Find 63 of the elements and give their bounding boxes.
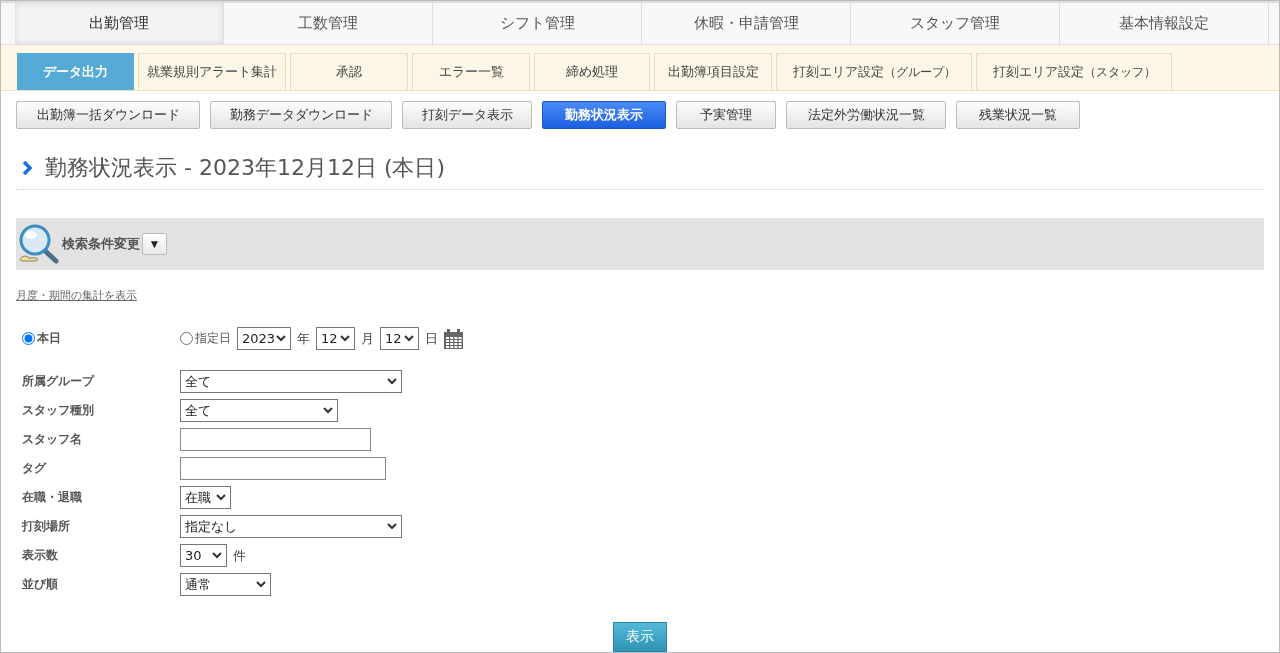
- nav-tab[interactable]: スタッフ管理: [851, 3, 1060, 44]
- month-select[interactable]: 12: [316, 327, 355, 350]
- action-button[interactable]: 打刻データ表示: [402, 101, 532, 129]
- field-label: タグ: [22, 460, 48, 477]
- chevron-down-icon: [256, 581, 266, 588]
- radio-button[interactable]: [180, 332, 193, 345]
- dropdown-select[interactable]: 在職: [180, 486, 231, 509]
- action-button[interactable]: 法定外労働状況一覧: [786, 101, 946, 129]
- chevron-down-icon: [404, 335, 414, 342]
- nav-tab[interactable]: 工数管理: [224, 3, 433, 44]
- sub-tab[interactable]: 打刻エリア設定（スタッフ）: [976, 53, 1172, 90]
- sub-tab[interactable]: エラー一覧: [412, 53, 530, 90]
- action-button[interactable]: 勤務データダウンロード: [210, 101, 392, 129]
- sub-tab[interactable]: 締め処理: [534, 53, 650, 90]
- sub-tab[interactable]: 承認: [290, 53, 408, 90]
- dropdown-select[interactable]: 指定なし: [180, 515, 402, 538]
- chevron-down-icon: [387, 523, 397, 530]
- chevron-down-icon: [387, 378, 397, 385]
- dropdown-select[interactable]: 30: [180, 544, 227, 567]
- unit-label: 月: [361, 329, 374, 348]
- year-select[interactable]: 2023: [237, 327, 291, 350]
- unit-label: 年: [297, 329, 310, 348]
- dropdown-select[interactable]: 通常: [180, 573, 271, 596]
- unit-label: 日: [425, 329, 438, 348]
- radio-option[interactable]: 指定日: [180, 330, 231, 347]
- field-label: 打刻場所: [22, 518, 71, 535]
- action-button[interactable]: 出勤簿一括ダウンロード: [16, 101, 200, 129]
- sub-tab[interactable]: 出勤簿項目設定: [654, 53, 772, 90]
- action-button[interactable]: 予実管理: [676, 101, 776, 129]
- chevron-down-icon: [216, 494, 226, 501]
- radio-option[interactable]: 本日: [22, 330, 180, 347]
- action-button[interactable]: 勤務状況表示: [542, 101, 666, 129]
- chevron-right-icon: [22, 160, 33, 176]
- unit-label: 件: [233, 546, 246, 565]
- search-panel-title: 検索条件変更: [62, 235, 140, 253]
- field-label: 表示数: [22, 547, 59, 564]
- chevron-down-icon: [212, 552, 222, 559]
- dropdown-select[interactable]: 全て: [180, 399, 338, 422]
- field-label: 在職・退職: [22, 489, 83, 506]
- nav-tab[interactable]: 休暇・申請管理: [642, 3, 851, 44]
- nav-tab[interactable]: シフト管理: [433, 3, 642, 44]
- chevron-down-icon: [340, 335, 350, 342]
- field-label: スタッフ種別: [22, 402, 95, 419]
- field-label: 所属グループ: [22, 373, 96, 390]
- calendar-icon[interactable]: [444, 328, 463, 349]
- dropdown-select[interactable]: 全て: [180, 370, 402, 393]
- field-label: スタッフ名: [22, 431, 83, 448]
- summary-link[interactable]: 月度・期間の集計を表示: [16, 288, 137, 303]
- field-label: 並び順: [22, 576, 59, 593]
- sub-tab[interactable]: 打刻エリア設定（グループ）: [776, 53, 972, 90]
- nav-tab[interactable]: 出勤管理: [15, 3, 224, 44]
- chevron-down-icon: [276, 335, 286, 342]
- text-input[interactable]: [180, 428, 371, 451]
- action-button[interactable]: 残業状況一覧: [956, 101, 1080, 129]
- text-input[interactable]: [180, 457, 386, 480]
- chevron-down-icon: [323, 407, 333, 414]
- page-title: 勤務状況表示 - 2023年12月12日 (本日): [45, 154, 446, 182]
- toggle-button[interactable]: ▼: [142, 233, 167, 255]
- day-select[interactable]: 12: [380, 327, 419, 350]
- magnifier-icon: [18, 224, 60, 264]
- nav-tab[interactable]: 基本情報設定: [1060, 3, 1269, 44]
- sub-tab[interactable]: 就業規則アラート集計: [138, 53, 286, 90]
- radio-button[interactable]: [22, 332, 35, 345]
